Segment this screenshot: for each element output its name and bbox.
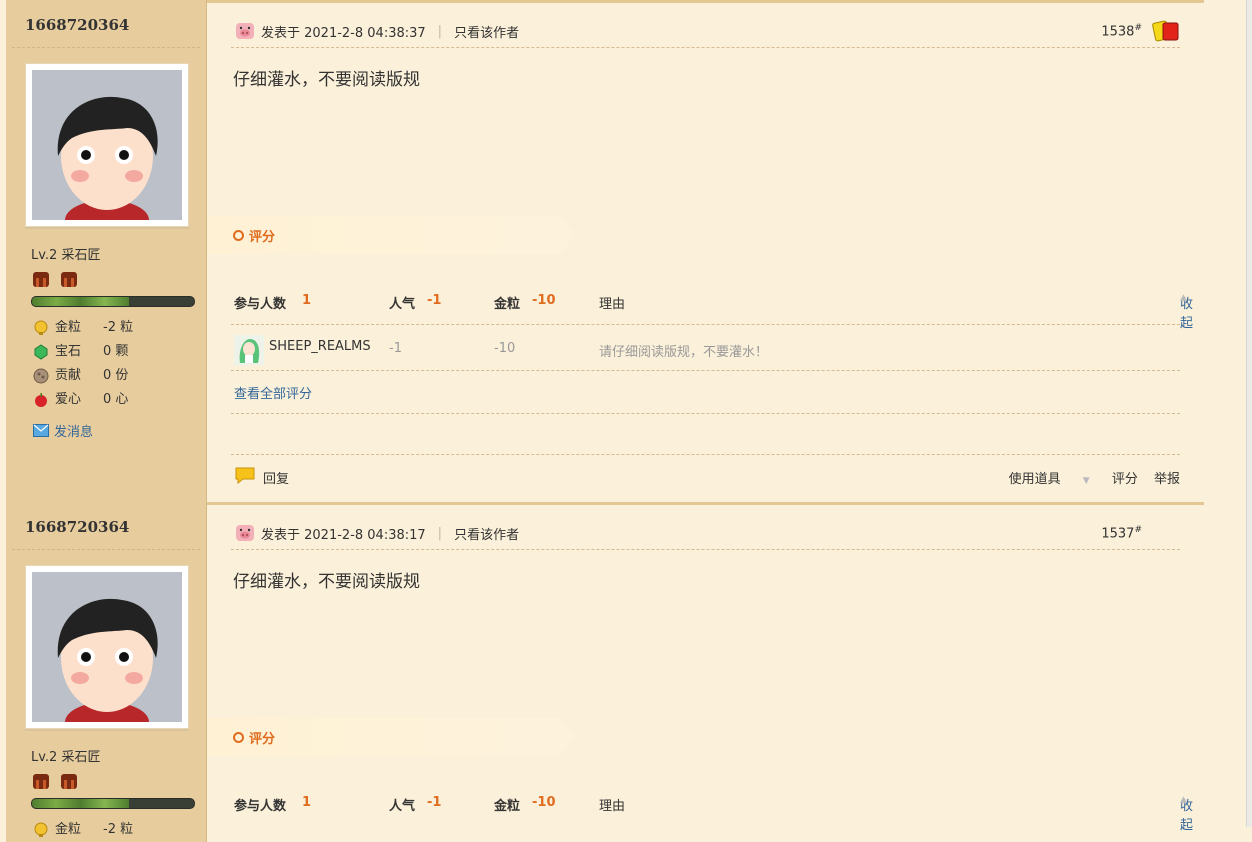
scrollbar-track[interactable]: [1246, 0, 1252, 827]
floor-number[interactable]: 1538#: [1101, 23, 1142, 39]
medal-icon[interactable]: [59, 269, 79, 289]
pig-icon: [236, 525, 254, 541]
rating-row-divider: [231, 370, 1180, 371]
user-level: Lv.2 采石匠: [31, 248, 101, 263]
medal-list: [31, 269, 82, 293]
post-main: 发表于 2021-2-8 04:38:37 | 只看该作者 1538# 仔细灌水…: [207, 3, 1204, 502]
gold-coin-icon: [34, 320, 48, 335]
medal-list: [31, 771, 82, 795]
author-username[interactable]: 1668720364: [25, 518, 129, 536]
rating-divider: [231, 324, 1180, 325]
reason-label: 理由: [599, 799, 626, 814]
participants-label: 参与人数: [234, 297, 287, 312]
user-level: Lv.2 采石匠: [31, 750, 101, 765]
reply-button[interactable]: 回复: [263, 468, 289, 487]
view-all-ratings-link[interactable]: 查看全部评分: [234, 383, 312, 402]
stat-contribution: 贡献 0 份: [33, 364, 133, 388]
gold-coin-icon: [34, 822, 48, 837]
envelope-icon: [33, 424, 49, 437]
rater-popularity: -1: [389, 341, 402, 356]
use-item-menu[interactable]: 使用道具 ▼: [991, 472, 1090, 487]
popularity-label: 人气: [389, 297, 416, 312]
reason-label: 理由: [599, 297, 626, 312]
author-username[interactable]: 1668720364: [25, 16, 129, 34]
author-sidebar: 1668720364 Lv.2 采石匠: [6, 502, 207, 842]
only-author-link[interactable]: 只看该作者: [454, 524, 519, 543]
user-stats: 金粒 -2 粒: [33, 818, 133, 842]
gold-total: -10: [532, 293, 556, 308]
rater-avatar[interactable]: [234, 335, 264, 365]
level-progress-bar: [31, 296, 195, 307]
avatar[interactable]: [25, 565, 189, 729]
gold-label: 金粒: [494, 297, 521, 312]
rater-reason: 请仔细阅读版规，不要灌水！: [599, 345, 769, 360]
post-content: 仔细灌水，不要阅读版规: [233, 70, 420, 90]
participants-count: 1: [302, 293, 312, 308]
rating-circle-icon: [233, 732, 244, 743]
send-message-link[interactable]: 发消息: [33, 421, 93, 440]
sidebar-divider: [12, 549, 200, 550]
stat-gold: 金粒 -2 粒: [33, 818, 133, 842]
stat-gold: 金粒 -2 粒: [33, 316, 133, 340]
stat-love: 爱心 0 心: [33, 388, 133, 412]
floor-number[interactable]: 1537#: [1101, 525, 1142, 541]
post-main: 发表于 2021-2-8 04:38:17 | 只看该作者 1537# 仔细灌水…: [207, 505, 1204, 842]
post-header: 发表于 2021-2-8 04:38:37 | 只看该作者 1538#: [235, 16, 1180, 46]
popularity-total: -1: [427, 293, 442, 308]
medal-icon[interactable]: [59, 771, 79, 791]
rater-username[interactable]: SHEEP_REALMS: [269, 339, 371, 354]
heart-apple-icon: [35, 393, 47, 407]
post-header: 发表于 2021-2-8 04:38:17 | 只看该作者 1537#: [235, 518, 1180, 548]
footer-actions: 使用道具 ▼ 评分 举报: [973, 468, 1180, 487]
report-button[interactable]: 举报: [1154, 472, 1180, 487]
rating-row: SHEEP_REALMS -1 -10 请仔细阅读版规，不要灌水！: [234, 335, 1180, 365]
post-1537: 1668720364 Lv.2 采石匠 金粒 -2 粒 发表于 2021-2-8…: [6, 502, 1204, 842]
popularity-total: -1: [427, 795, 442, 810]
avatar[interactable]: [25, 63, 189, 227]
header-divider: [231, 47, 1180, 48]
author-sidebar: 1668720364 Lv.2 采石匠: [6, 0, 207, 502]
popularity-label: 人气: [389, 799, 416, 814]
user-stats: 金粒 -2 粒 宝石 0 颗 贡献 0 份 爱心 0 心: [33, 316, 133, 412]
gem-icon: [34, 344, 48, 360]
post-time: 发表于 2021-2-8 04:38:37: [261, 25, 426, 41]
pig-icon: [236, 23, 254, 39]
rating-end-divider: [231, 413, 1180, 414]
sidebar-divider: [12, 47, 200, 48]
stat-gem: 宝石 0 颗: [33, 340, 133, 364]
post-1538: 1668720364 Lv.2 采石匠 金粒 -2 粒 宝石 0 颗 贡献 0 …: [6, 0, 1204, 502]
penalty-card-icon[interactable]: [1152, 20, 1180, 42]
participants-label: 参与人数: [234, 799, 287, 814]
post-time: 发表于 2021-2-8 04:38:17: [261, 527, 426, 543]
rating-label: 评分: [233, 728, 275, 747]
header-divider: [231, 549, 1180, 550]
contribution-icon: [33, 368, 49, 384]
medal-icon[interactable]: [31, 269, 51, 289]
participants-count: 1: [302, 795, 312, 810]
rating-circle-icon: [233, 230, 244, 241]
medal-icon[interactable]: [31, 771, 51, 791]
reply-bubble-icon[interactable]: [234, 466, 256, 484]
level-progress-bar: [31, 798, 195, 809]
rating-label: 评分: [233, 226, 275, 245]
rater-gold: -10: [494, 341, 516, 356]
post-content: 仔细灌水，不要阅读版规: [233, 572, 420, 592]
gold-total: -10: [532, 795, 556, 810]
header-separator: |: [437, 23, 443, 39]
header-separator: |: [437, 525, 443, 541]
only-author-link[interactable]: 只看该作者: [454, 22, 519, 41]
rate-button[interactable]: 评分: [1112, 472, 1138, 487]
footer-divider: [231, 454, 1180, 455]
gold-label: 金粒: [494, 799, 521, 814]
